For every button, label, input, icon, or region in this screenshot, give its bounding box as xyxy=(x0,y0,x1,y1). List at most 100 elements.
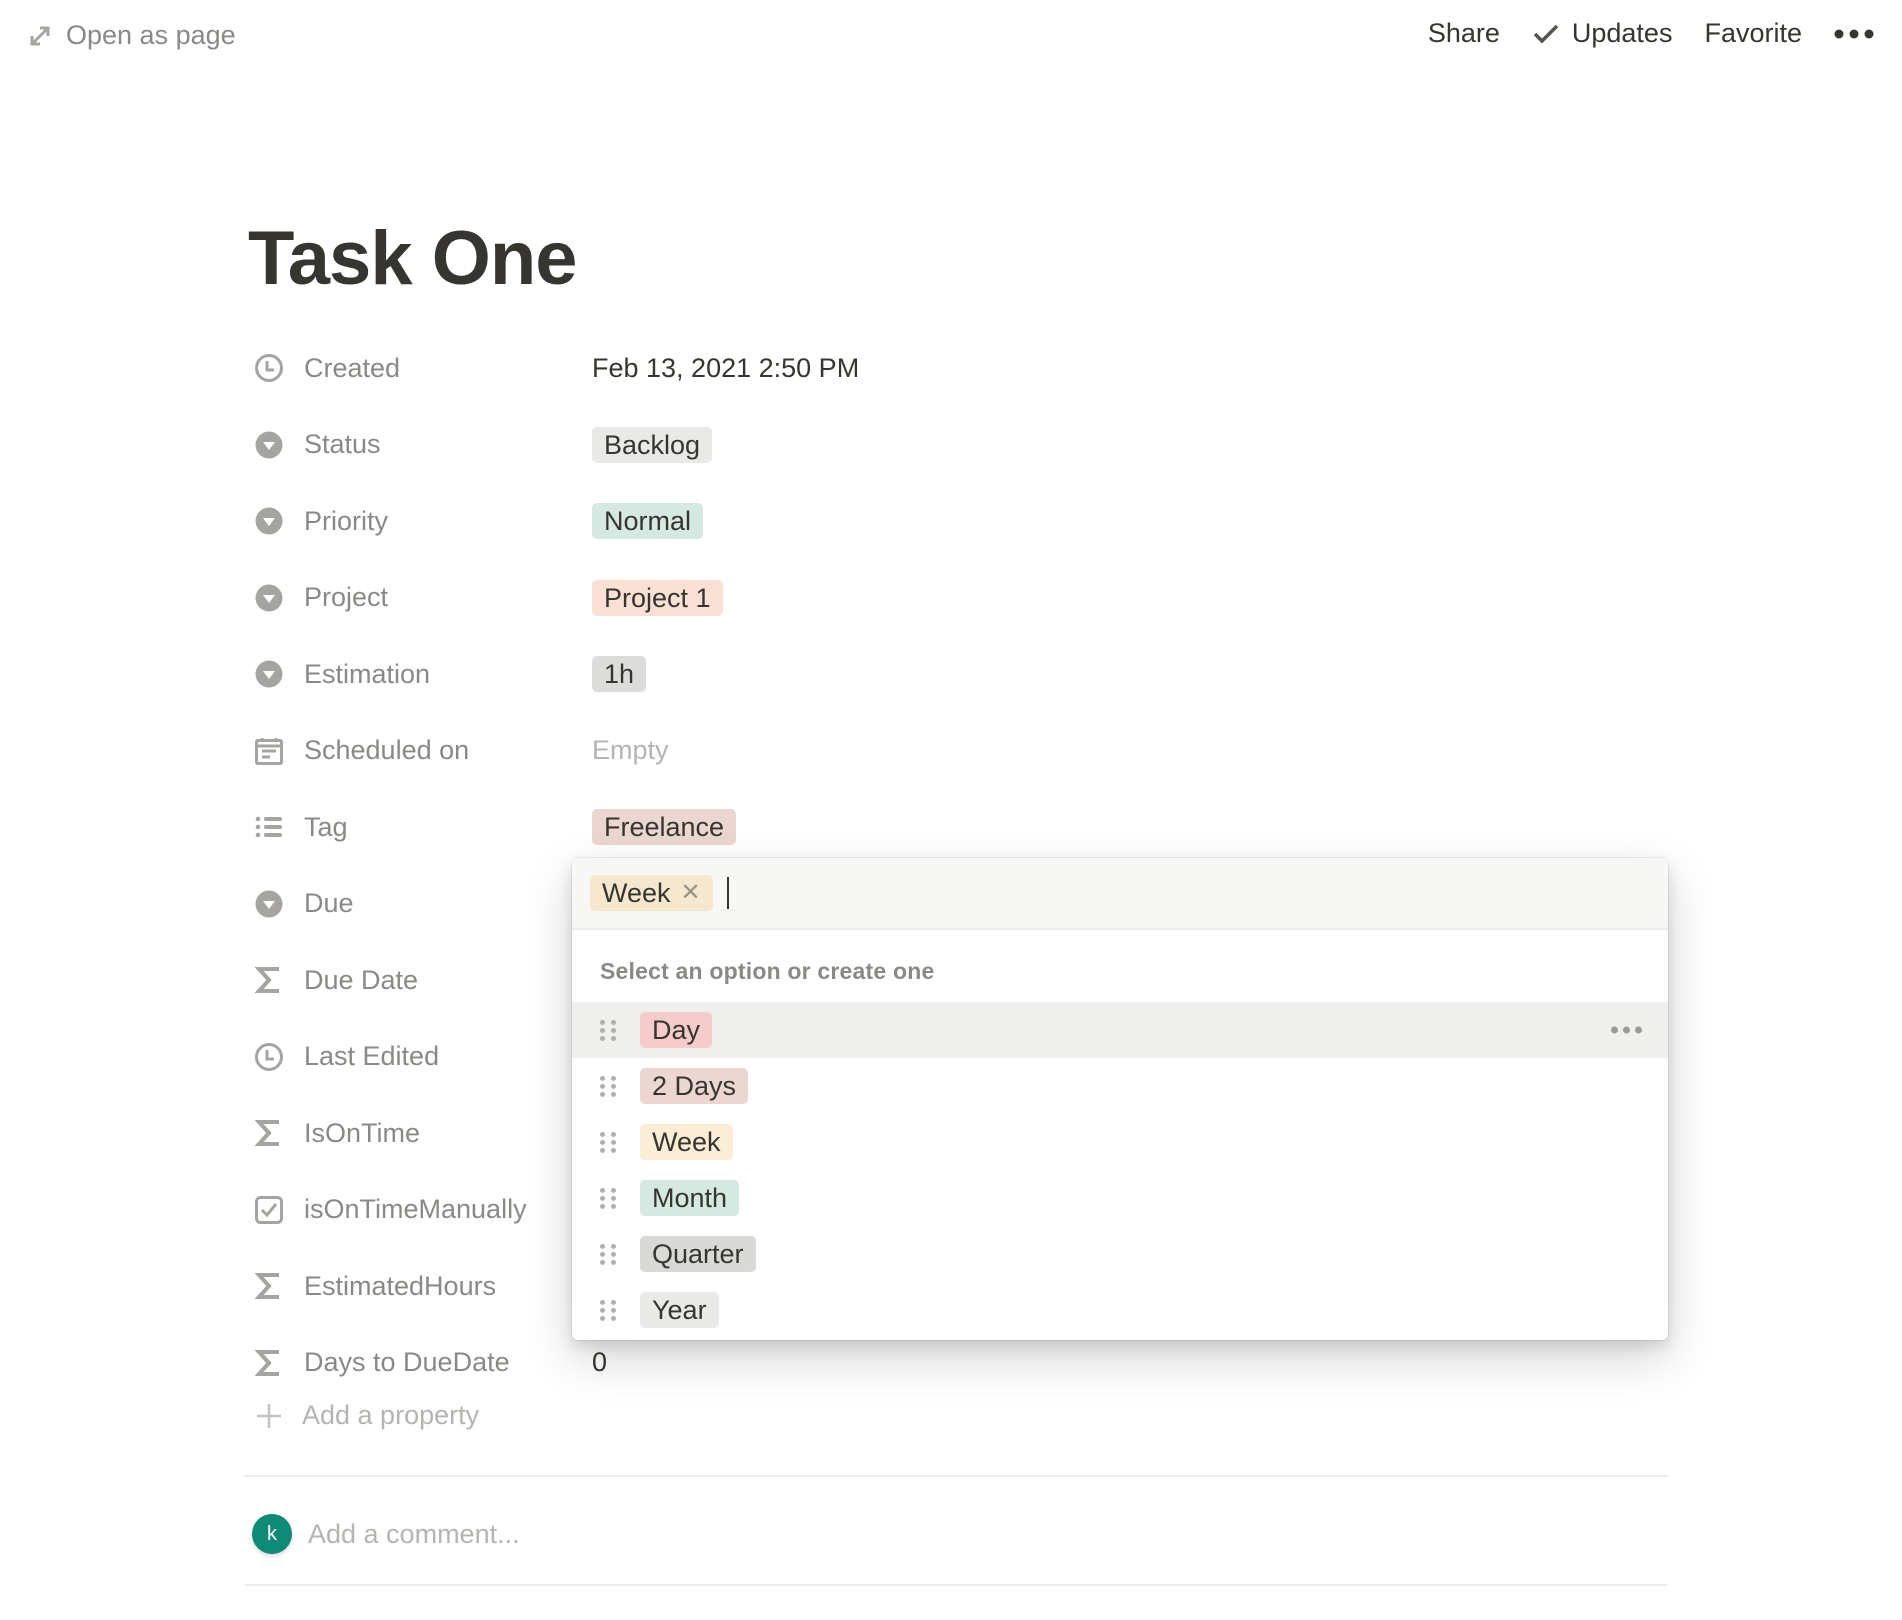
property-row-status: Status Backlog xyxy=(254,407,1674,484)
option-tag: Quarter xyxy=(640,1236,756,1272)
selected-option-label: Week xyxy=(602,878,671,908)
sigma-icon xyxy=(254,1118,284,1148)
updates-button[interactable]: Updates xyxy=(1532,18,1673,49)
option-item-quarter[interactable]: Quarter xyxy=(572,1226,1668,1282)
property-name: Created xyxy=(304,352,401,383)
drag-handle-icon[interactable] xyxy=(600,1186,616,1210)
property-name: isOnTimeManually xyxy=(304,1194,527,1225)
value-tag: Freelance xyxy=(592,809,737,846)
add-property-button[interactable]: Add a property xyxy=(254,1400,479,1431)
calendar-icon xyxy=(254,736,284,766)
updates-label: Updates xyxy=(1571,18,1673,48)
property-label-project[interactable]: Project xyxy=(254,582,592,613)
value-text: 0 xyxy=(592,1347,608,1378)
property-row-estimation: Estimation 1h xyxy=(254,636,1674,713)
property-label-due-date[interactable]: Due Date xyxy=(254,965,592,996)
more-options-button[interactable] xyxy=(1834,29,1874,39)
property-name: Scheduled on xyxy=(304,735,470,766)
clock-icon xyxy=(254,353,284,383)
property-label-scheduled-on[interactable]: Scheduled on xyxy=(254,735,592,766)
value-text: Feb 13, 2021 2:50 PM xyxy=(592,352,860,383)
drag-handle-icon[interactable] xyxy=(600,1018,616,1042)
property-label-tag[interactable]: Tag xyxy=(254,812,592,843)
property-label-created[interactable]: Created xyxy=(254,353,592,384)
comment-box: k xyxy=(252,1514,908,1554)
select-search-input[interactable]: Week ✕ xyxy=(572,858,1668,930)
property-value-status[interactable]: Backlog xyxy=(592,426,713,463)
expand-arrows-icon xyxy=(30,26,50,45)
open-as-page-button[interactable]: Open as page xyxy=(28,20,236,51)
text-caret xyxy=(726,877,729,909)
divider xyxy=(244,1584,1668,1586)
property-label-days-to-duedate[interactable]: Days to DueDate xyxy=(254,1347,592,1378)
option-tag: 2 Days xyxy=(640,1068,749,1104)
drag-handle-icon[interactable] xyxy=(600,1298,616,1322)
property-name: Project xyxy=(304,582,389,613)
share-label: Share xyxy=(1427,18,1500,48)
select-icon xyxy=(254,506,284,536)
option-item-2-days[interactable]: 2 Days xyxy=(572,1058,1668,1114)
favorite-button[interactable]: Favorite xyxy=(1704,18,1802,49)
comment-input[interactable] xyxy=(308,1518,908,1550)
value-text: Empty xyxy=(592,735,669,766)
property-label-isontimemanually[interactable]: isOnTimeManually xyxy=(254,1194,592,1225)
property-label-estimatedhours[interactable]: EstimatedHours xyxy=(254,1271,592,1302)
list-icon xyxy=(254,812,284,842)
option-tag: Week xyxy=(640,1124,733,1160)
drag-handle-icon[interactable] xyxy=(600,1130,616,1154)
select-icon xyxy=(254,659,284,689)
property-name: Estimation xyxy=(304,658,431,689)
drag-handle-icon[interactable] xyxy=(600,1074,616,1098)
option-tag: Day xyxy=(640,1012,713,1048)
property-value-project[interactable]: Project 1 xyxy=(592,579,723,616)
option-item-week[interactable]: Week xyxy=(572,1114,1668,1170)
property-value-estimation[interactable]: 1h xyxy=(592,656,647,693)
property-row-tag: Tag Freelance xyxy=(254,789,1674,866)
property-label-due[interactable]: Due xyxy=(254,888,592,919)
favorite-label: Favorite xyxy=(1704,18,1802,48)
property-name: Due xyxy=(304,888,354,919)
select-icon xyxy=(254,430,284,460)
select-icon xyxy=(254,889,284,919)
property-label-status[interactable]: Status xyxy=(254,429,592,460)
property-value-tag[interactable]: Freelance xyxy=(592,809,737,846)
page-title[interactable]: Task One xyxy=(248,215,578,302)
drag-handle-icon[interactable] xyxy=(600,1242,616,1266)
property-value-days-to-duedate[interactable]: 0 xyxy=(592,1347,607,1378)
avatar: k xyxy=(252,1514,292,1554)
property-label-estimation[interactable]: Estimation xyxy=(254,659,592,690)
value-tag: 1h xyxy=(592,656,647,693)
sigma-icon xyxy=(254,965,284,995)
value-tag: Backlog xyxy=(592,426,713,463)
property-value-priority[interactable]: Normal xyxy=(592,503,704,540)
option-item-year[interactable]: Year xyxy=(572,1282,1668,1338)
top-actions: Share Updates Favorite xyxy=(1428,18,1874,49)
more-dots-icon xyxy=(1834,29,1874,38)
property-label-priority[interactable]: Priority xyxy=(254,506,592,537)
property-name: Tag xyxy=(304,811,348,842)
property-name: Priority xyxy=(304,505,389,536)
option-tag: Month xyxy=(640,1180,740,1216)
sigma-icon xyxy=(254,1348,284,1378)
option-more-icon[interactable] xyxy=(1611,1026,1642,1034)
select-icon xyxy=(254,583,284,613)
sigma-icon xyxy=(254,1271,284,1301)
property-value-created[interactable]: Feb 13, 2021 2:50 PM xyxy=(592,353,859,384)
property-label-isontime[interactable]: IsOnTime xyxy=(254,1118,592,1149)
checkbox-icon xyxy=(254,1195,284,1225)
option-item-day[interactable]: Day xyxy=(572,1002,1668,1058)
plus-icon xyxy=(254,1401,284,1431)
option-item-month[interactable]: Month xyxy=(572,1170,1668,1226)
property-name: Last Edited xyxy=(304,1041,440,1072)
select-hint: Select an option or create one xyxy=(600,958,935,984)
share-button[interactable]: Share xyxy=(1428,18,1500,49)
property-row-priority: Priority Normal xyxy=(254,483,1674,560)
top-bar: Open as page Share Updates Favorite xyxy=(0,0,1902,76)
property-value-scheduled-on[interactable]: Empty xyxy=(592,735,669,766)
property-name: IsOnTime xyxy=(304,1117,421,1148)
property-name: Days to DueDate xyxy=(304,1347,510,1378)
divider xyxy=(244,1475,1668,1477)
remove-icon[interactable]: ✕ xyxy=(681,875,701,911)
property-label-last-edited[interactable]: Last Edited xyxy=(254,1041,592,1072)
option-list: Day 2 Days Week Month Quarter Year xyxy=(572,1002,1668,1338)
